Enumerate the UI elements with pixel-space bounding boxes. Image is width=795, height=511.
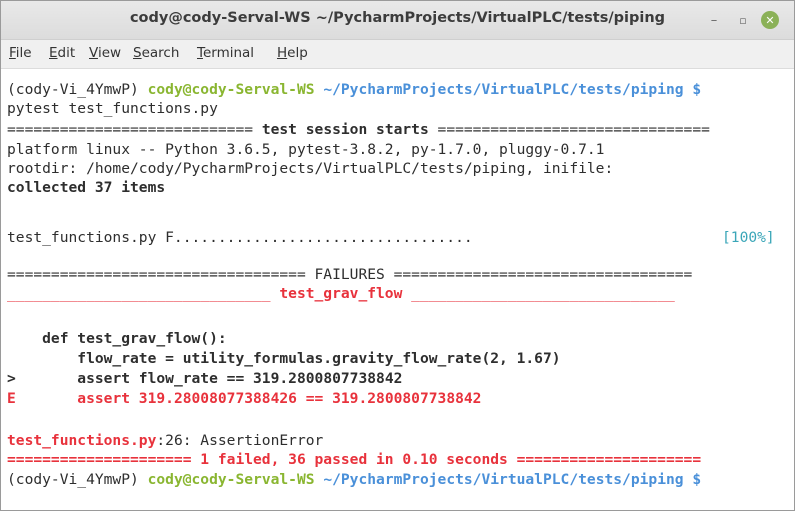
menu-search-mnemonic: S [133, 45, 142, 61]
menu-edit-mnemonic: E [49, 45, 58, 61]
error-detail-line: E assert 319.28008077388426 == 319.28008… [7, 389, 481, 409]
separator: ============================ [7, 121, 262, 138]
error-type: :26: AssertionError [156, 432, 324, 449]
prompt-path: ~/PycharmProjects/VirtualPLC/tests/pipin… [314, 81, 702, 98]
prompt-line: (cody-Vi_4YmwP) cody@cody-Serval-WS ~/Py… [7, 470, 701, 490]
rootdir-line: rootdir: /home/cody/PycharmProjects/Virt… [7, 160, 614, 177]
error-location-line: test_functions.py:26: AssertionError [7, 431, 323, 451]
code-flow-line: flow_rate = utility_formulas.gravity_flo… [7, 350, 561, 367]
prompt-user-host: cody@cody-Serval-WS [147, 471, 315, 488]
menu-help-label: elp [287, 45, 308, 61]
menu-view-mnemonic: V [89, 45, 98, 61]
minimize-button[interactable]: – [705, 11, 723, 29]
session-header: ============================ test sessio… [7, 120, 710, 140]
command-line: pytest test_functions.py [7, 100, 218, 117]
failures-header: ================================== FAILU… [7, 266, 693, 283]
prompt-line: (cody-Vi_4YmwP) cody@cody-Serval-WS ~/Py… [7, 80, 701, 100]
menu-file-mnemonic: F [9, 45, 16, 61]
platform-line: platform linux -- Python 3.6.5, pytest-3… [7, 141, 605, 158]
error-file: test_functions.py [7, 432, 157, 449]
menu-search-label: earch [141, 45, 180, 61]
error-marker: E [7, 390, 16, 407]
menu-view-label: iew [97, 45, 122, 61]
menu-edit-label: dit [57, 45, 76, 61]
menu-terminal[interactable]: Terminal [197, 45, 254, 61]
menu-view[interactable]: View [89, 45, 121, 61]
assert-statement: assert flow_rate == 319.2800807738842 [15, 370, 403, 387]
menu-file-label: ile [15, 45, 32, 61]
title-bar[interactable]: cody@cody-Serval-WS ~/PycharmProjects/Vi… [1, 1, 794, 40]
collected-line: collected 37 items [7, 179, 166, 196]
menu-terminal-label: erminal [202, 45, 255, 61]
prompt-user-host: cody@cody-Serval-WS [147, 81, 315, 98]
virtualenv-name: (cody-Vi_4YmwP) [7, 471, 148, 488]
menu-help-mnemonic: H [277, 45, 288, 61]
close-button[interactable]: ✕ [761, 11, 779, 29]
menu-file[interactable]: File [9, 45, 32, 61]
menu-search[interactable]: Search [133, 45, 179, 61]
menu-bar: File Edit View Search Terminal Help [1, 40, 794, 69]
failure-marker: > [7, 370, 16, 387]
failed-test-header: ______________________________ test_grav… [7, 284, 675, 304]
progress-percent: [100%] [722, 229, 775, 246]
terminal-output[interactable]: (cody-Vi_4YmwP) cody@cody-Serval-WS ~/Py… [1, 69, 794, 510]
window-title: cody@cody-Serval-WS ~/PycharmProjects/Vi… [129, 10, 666, 26]
virtualenv-name: (cody-Vi_4YmwP) [7, 81, 148, 98]
session-title: test session starts [261, 121, 429, 138]
error-assert: assert 319.28008077388426 == 319.2800807… [15, 390, 482, 407]
separator: ______________________________ [7, 285, 280, 302]
menu-help[interactable]: Help [277, 45, 308, 61]
separator: ______________________________ [402, 285, 675, 302]
terminal-window: cody@cody-Serval-WS ~/PycharmProjects/Vi… [0, 0, 795, 511]
summary-line: ===================== 1 failed, 36 passe… [7, 451, 702, 468]
code-def-line: def test_grav_flow(): [7, 330, 227, 347]
prompt-path: ~/PycharmProjects/VirtualPLC/tests/pipin… [314, 471, 702, 488]
failed-test-name: test_grav_flow [279, 285, 403, 302]
separator: =============================== [428, 121, 710, 138]
progress-line: test_functions.py F.....................… [7, 229, 473, 246]
maximize-button[interactable]: ▫ [734, 11, 752, 29]
failing-assert-line: > assert flow_rate == 319.2800807738842 [7, 369, 402, 389]
menu-edit[interactable]: Edit [49, 45, 75, 61]
